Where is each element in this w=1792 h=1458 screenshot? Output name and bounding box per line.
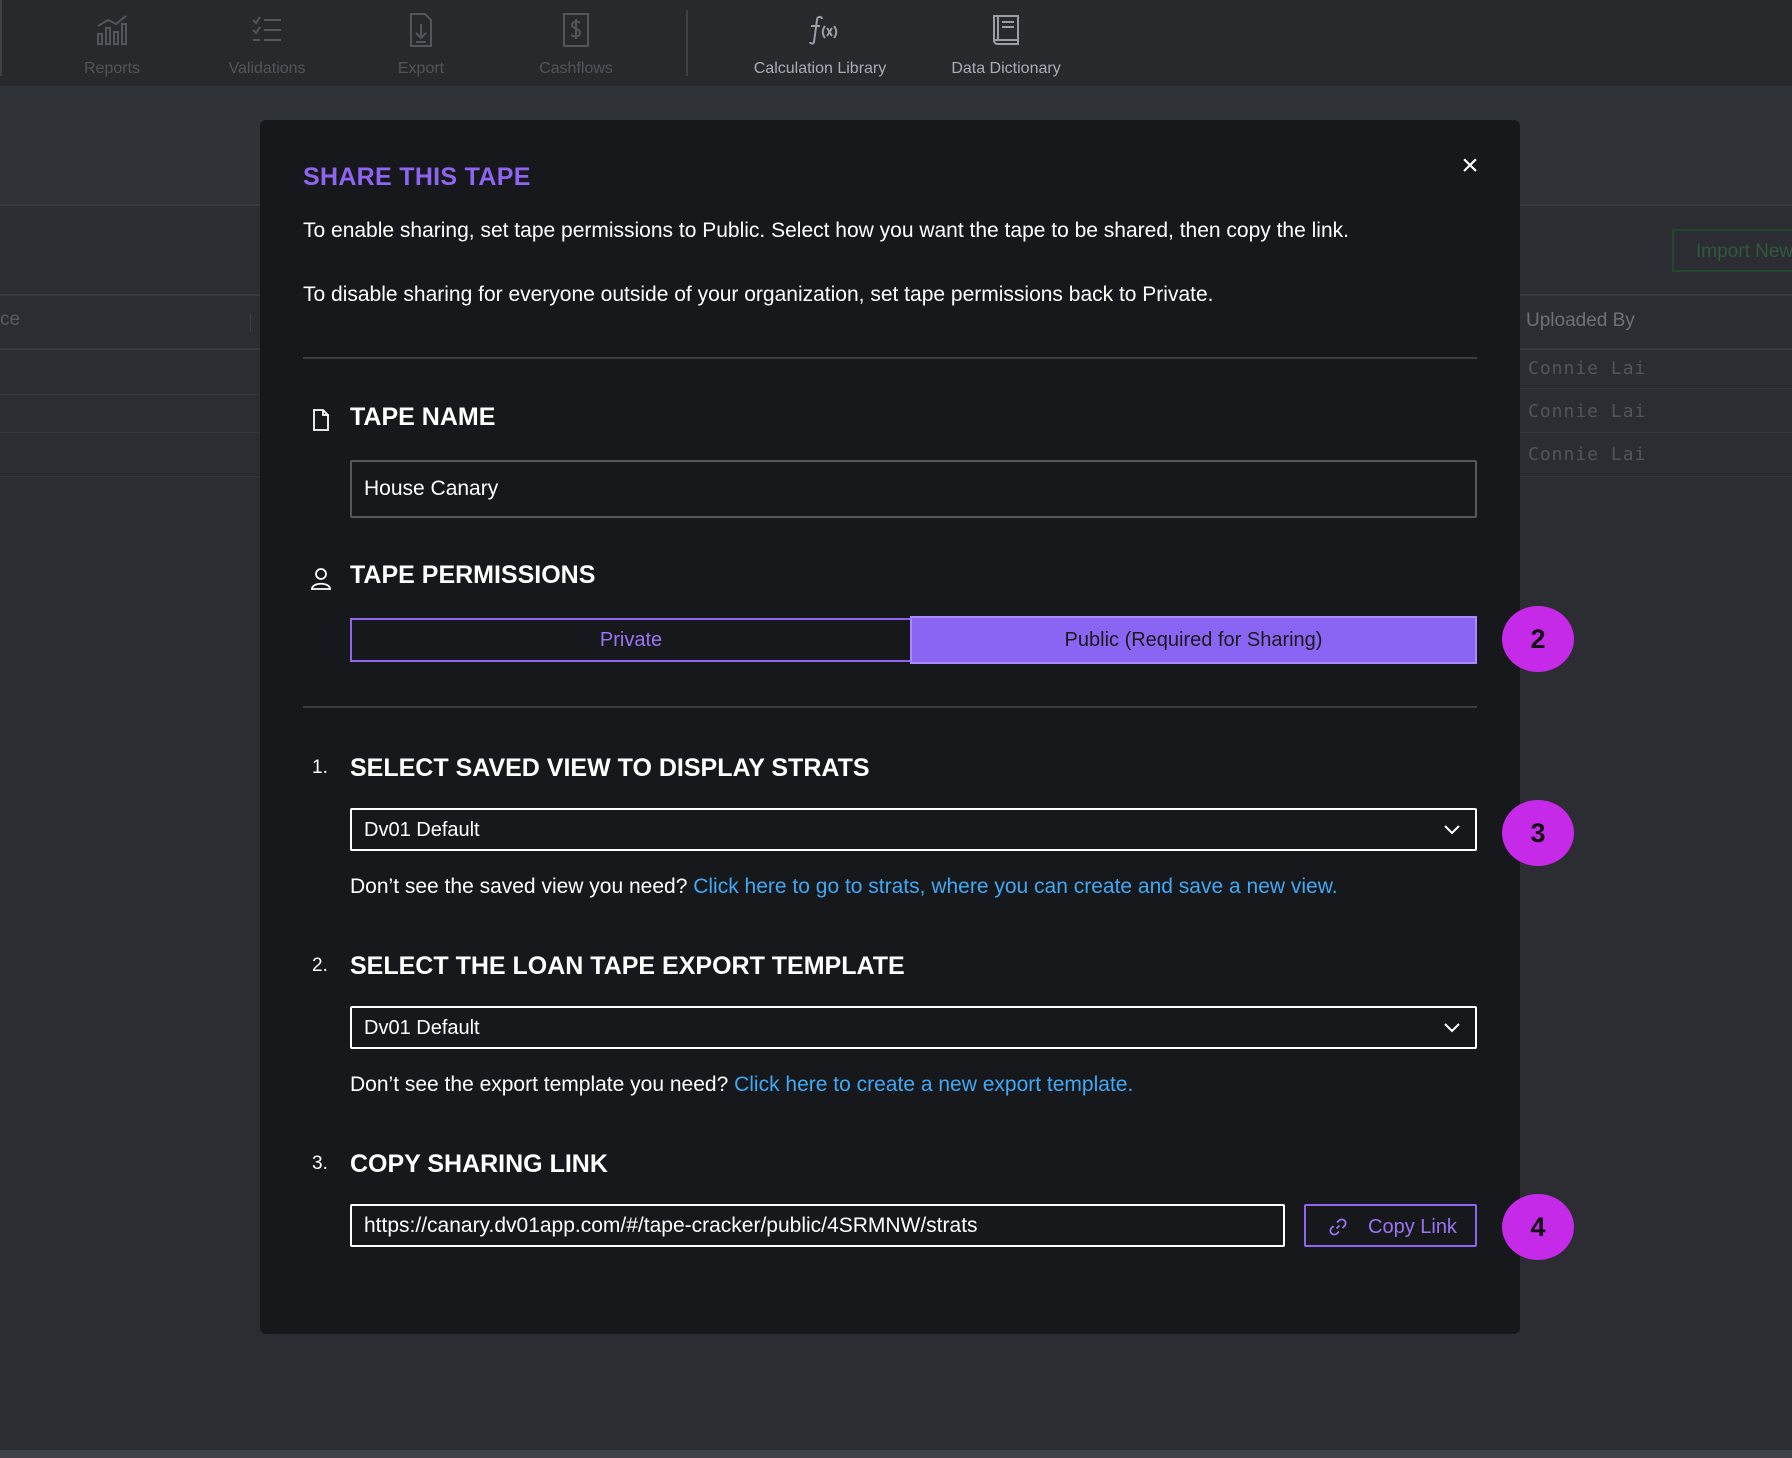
nav-item-data-dictionary[interactable]: Data Dictionary (946, 0, 1066, 86)
saved-view-help-text: Don’t see the saved view you need? (350, 875, 694, 898)
table-row-divider (0, 432, 260, 433)
column-header-fragment: ce (0, 309, 21, 330)
go-to-strats-link[interactable]: Click here to go to strats, where you ca… (693, 875, 1337, 898)
export-template-heading: SELECT THE LOAN TAPE EXPORT TEMPLATE (350, 952, 905, 980)
saved-view-select[interactable]: Dv01 Default (350, 808, 1477, 851)
link-icon (1329, 1218, 1347, 1236)
table-cell-uploaded-by: Connie Lai (1528, 444, 1647, 465)
section-divider (303, 706, 1477, 708)
nav-label-data-dictionary: Data Dictionary (951, 60, 1061, 77)
modal-title: SHARE THIS TAPE (303, 163, 531, 191)
export-template-selected-value: Dv01 Default (364, 1017, 480, 1039)
nav-label-reports: Reports (83, 60, 141, 77)
create-export-template-link[interactable]: Click here to create a new export templa… (734, 1073, 1133, 1096)
nav-left-divider (0, 0, 2, 76)
export-template-help-text: Don’t see the export template you need? (350, 1073, 735, 1096)
chevron-down-icon (1444, 825, 1460, 835)
table-row-divider (1520, 476, 1792, 477)
document-icon (313, 409, 329, 431)
dollar-file-icon (563, 13, 589, 47)
tape-name-input[interactable]: House Canary (350, 460, 1477, 518)
export-template-help: Don’t see the export template you need? … (350, 1073, 1133, 1097)
nav-label-validations: Validations (228, 60, 306, 77)
bar-chart-icon (97, 15, 127, 45)
export-template-select[interactable]: Dv01 Default (350, 1006, 1477, 1049)
table-cell-uploaded-by: Connie Lai (1528, 401, 1647, 422)
table-row-divider (1520, 432, 1792, 433)
nav-item-calculation-library[interactable]: Calculation Library (748, 0, 892, 86)
table-row-divider (0, 476, 260, 477)
column-separator (250, 314, 251, 332)
close-button[interactable]: × (1452, 148, 1488, 184)
intro-text-disable: To disable sharing for everyone outside … (303, 283, 1214, 306)
saved-view-help: Don’t see the saved view you need? Click… (350, 875, 1338, 899)
table-row-divider (1520, 388, 1792, 389)
step-number: 1. (312, 757, 328, 778)
step-number: 2. (312, 955, 328, 976)
tape-name-heading: TAPE NAME (350, 403, 496, 431)
step-badge: 4 (1502, 1194, 1574, 1260)
nav-label-export: Export (397, 60, 445, 77)
table-row-divider (0, 394, 260, 395)
permission-private-option[interactable]: Private (350, 618, 912, 662)
permission-public-option[interactable]: Public (Required for Sharing) (910, 616, 1477, 664)
section-divider (303, 357, 1477, 359)
nav-label-cashflows: Cashflows (539, 60, 613, 77)
intro-text-enable: To enable sharing, set tape permissions … (303, 219, 1349, 242)
nav-label-calculation-library: Calculation Library (753, 60, 887, 77)
horizontal-scrollbar[interactable] (0, 1450, 1792, 1458)
nav-divider (686, 10, 688, 76)
step-number: 3. (312, 1153, 328, 1174)
top-navigation: Reports Validations Export Cashflows Cal… (0, 0, 1792, 86)
step-badge: 3 (1502, 800, 1574, 866)
nav-item-validations[interactable]: Validations (222, 0, 312, 86)
nav-item-export[interactable]: Export (386, 0, 456, 86)
chevron-down-icon (1444, 1023, 1460, 1033)
nav-item-reports[interactable]: Reports (72, 0, 152, 86)
sharing-link-input[interactable]: https://canary.dv01app.com/#/tape-cracke… (350, 1204, 1285, 1247)
user-icon (311, 568, 331, 590)
table-cell-uploaded-by: Connie Lai (1528, 358, 1647, 379)
nav-item-cashflows[interactable]: Cashflows (536, 0, 616, 86)
saved-view-heading: SELECT SAVED VIEW TO DISPLAY STRATS (350, 754, 870, 782)
copy-link-button[interactable]: Copy Link (1304, 1204, 1477, 1247)
copy-link-label: Copy Link (1368, 1216, 1457, 1238)
column-header-uploaded-by[interactable]: Uploaded By (1526, 310, 1635, 332)
saved-view-selected-value: Dv01 Default (364, 819, 480, 841)
function-icon (809, 15, 838, 45)
step-badge: 2 (1502, 606, 1574, 672)
import-new-button[interactable]: Import New (1672, 229, 1792, 272)
tape-permissions-heading: TAPE PERMISSIONS (350, 561, 596, 589)
copy-sharing-link-heading: COPY SHARING LINK (350, 1150, 608, 1178)
export-file-icon (410, 13, 432, 47)
book-icon (993, 15, 1019, 45)
checklist-icon (252, 16, 281, 41)
